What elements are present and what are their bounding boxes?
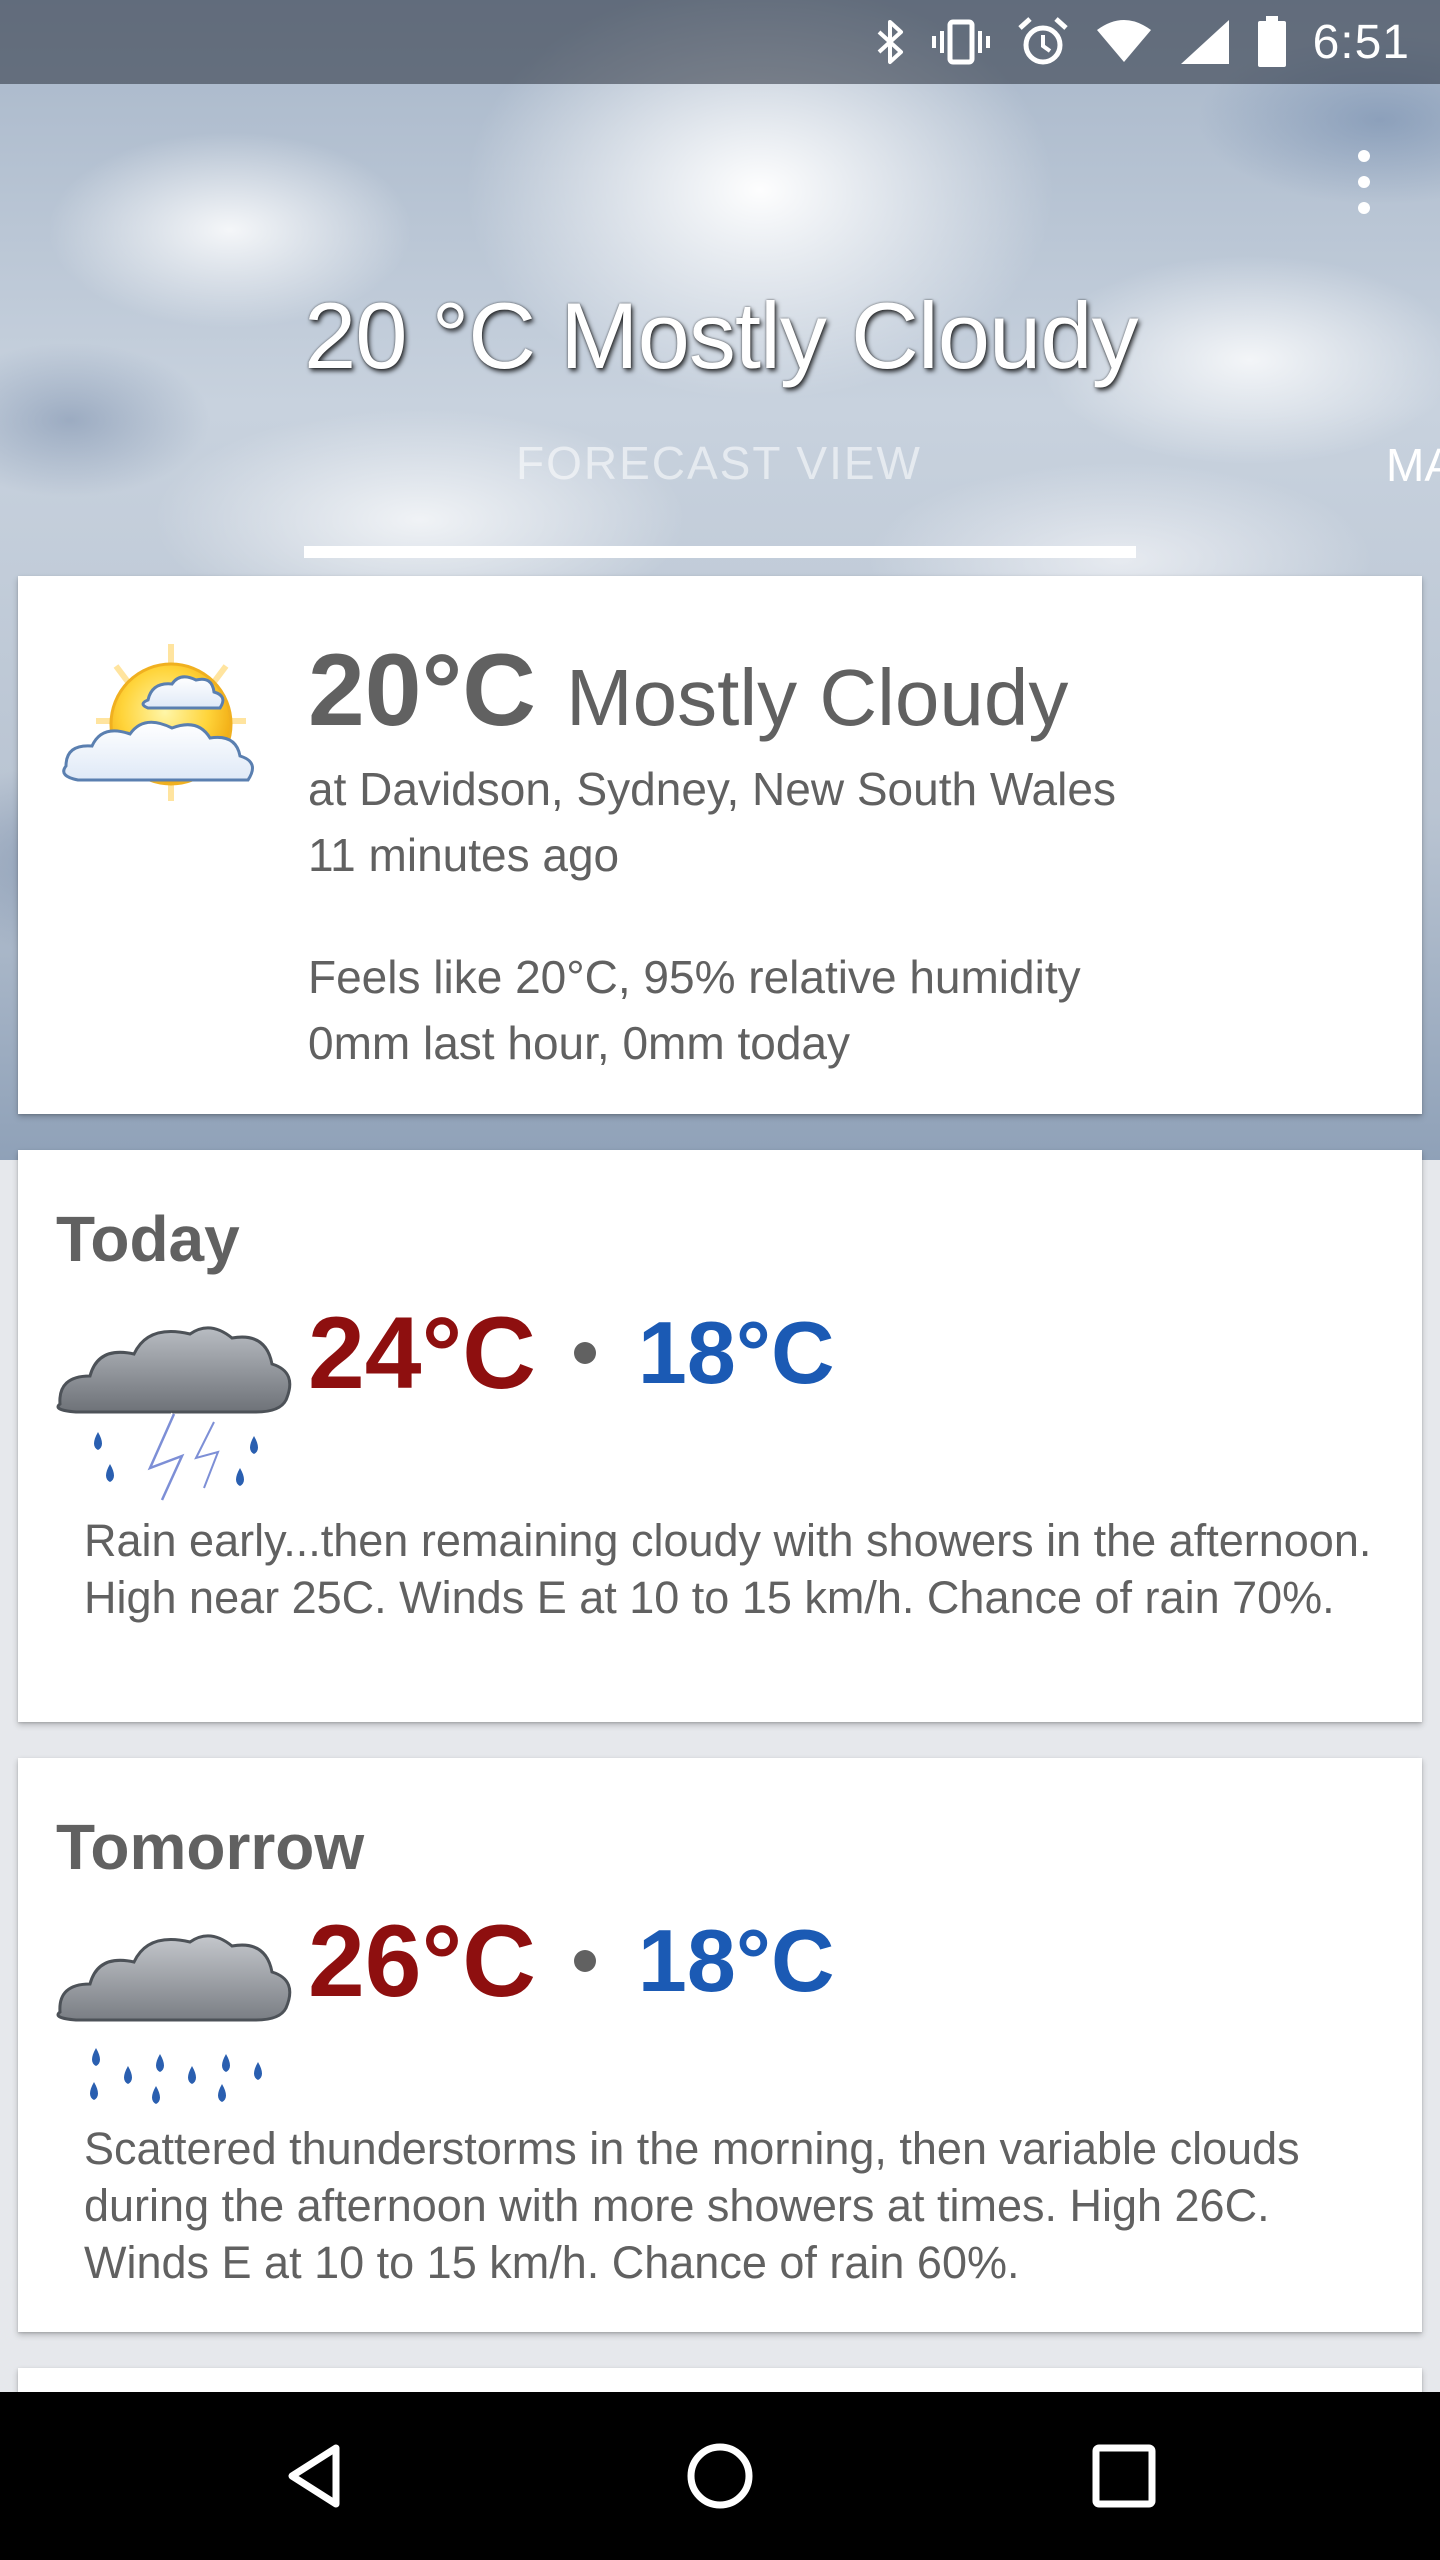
thunderstorm-icon: [56, 1326, 292, 1502]
low-temperature: 18°C: [637, 1303, 835, 1402]
navigation-bar: [0, 2392, 1440, 2560]
high-temperature: 24°C: [308, 1295, 536, 1410]
current-conditions-card[interactable]: 20°C Mostly Cloudy at Davidson, Sydney, …: [18, 576, 1422, 1114]
forecast-day-title: Today: [56, 1203, 240, 1275]
recents-icon[interactable]: [1082, 2434, 1166, 2518]
tab-indicator: [304, 546, 1136, 558]
current-temperature: 20°C: [308, 633, 536, 747]
low-temperature: 18°C: [637, 1911, 835, 2010]
home-icon[interactable]: [678, 2434, 762, 2518]
rain-showers-icon: [56, 1934, 292, 2104]
wifi-icon: [1096, 20, 1151, 62]
temperature-range: 26°C 18°C: [308, 1904, 835, 2018]
rainfall-text: 0mm last hour, 0mm today: [308, 1017, 850, 1069]
vibrate-icon: [931, 19, 990, 65]
tab-next[interactable]: MA: [1386, 438, 1440, 492]
forecast-card-tomorrow[interactable]: Tomorrow 26°C 18°C Scattered thunderstor…: [18, 1758, 1422, 2332]
feels-like-text: Feels like 20°C, 95% relative humidity: [308, 951, 1081, 1003]
location-text: at Davidson, Sydney, New South Wales: [308, 763, 1116, 815]
high-temperature: 26°C: [308, 1903, 536, 2018]
current-condition: Mostly Cloudy: [566, 653, 1069, 742]
battery-icon: [1257, 16, 1286, 67]
mostly-cloudy-sun-icon: [62, 644, 254, 801]
forecast-description: Scattered thunderstorms in the morning, …: [84, 2123, 1300, 2288]
status-time: 6:51: [1312, 15, 1410, 69]
bluetooth-icon: [877, 20, 903, 64]
tab-current[interactable]: FORECAST VIEW: [304, 436, 1134, 490]
status-bar: 6:51: [0, 0, 1440, 84]
page-title: 20 °C Mostly Cloudy: [304, 283, 1139, 388]
updated-text: 11 minutes ago: [308, 829, 620, 881]
temperature-range: 24°C 18°C: [308, 1296, 835, 1410]
back-icon[interactable]: [274, 2434, 358, 2518]
separator-dot: [573, 1342, 596, 1364]
forecast-description: Rain early...then remaining cloudy with …: [84, 1515, 1372, 1623]
overflow-menu-icon[interactable]: [1336, 150, 1392, 214]
cell-signal-icon: [1180, 20, 1229, 64]
separator-dot: [573, 1950, 596, 1972]
forecast-day-title: Tomorrow: [56, 1811, 365, 1883]
alarm-icon: [1017, 17, 1068, 65]
forecast-card-today[interactable]: Today 24°C 18°C Rain early...then remain…: [18, 1150, 1422, 1722]
